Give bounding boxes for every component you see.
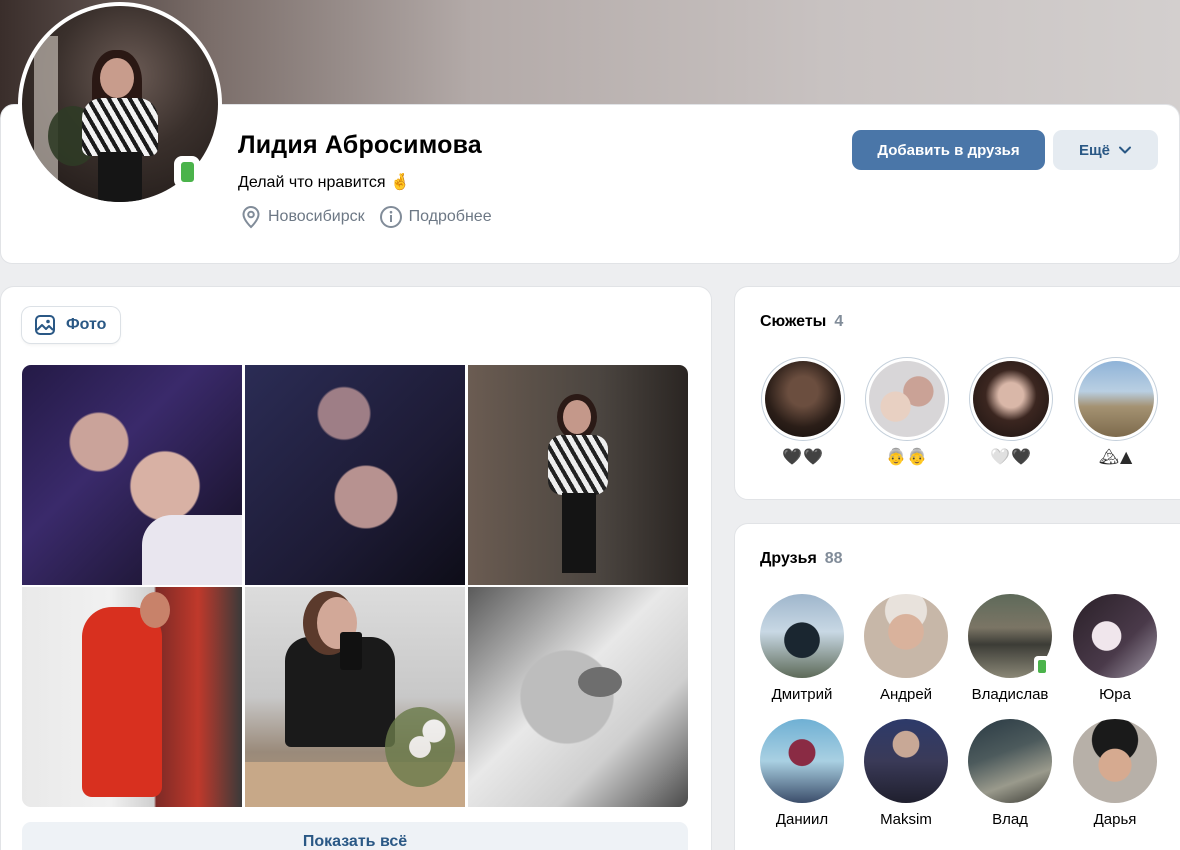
profile-name: Лидия Абросимова [238,131,482,159]
friend-item[interactable]: Влад [960,719,1060,828]
status-text: Делай что нравится [238,174,386,191]
photo-thumbnail[interactable] [468,587,688,807]
city-label: Новосибирск [268,208,365,225]
friend-name: Даниил [775,811,829,828]
profile-meta: Новосибирск Подробнее [240,205,506,229]
info-icon [379,206,402,228]
stories-title-label: Сюжеты [760,313,827,330]
photo-thumbnail[interactable] [245,587,465,807]
add-friend-button[interactable]: Добавить в друзья [852,130,1045,170]
stories-card: Сюжеты 4 🖤🖤 👵👵 🤍🖤 🏔▲ [734,286,1180,500]
friend-avatar [968,594,1052,678]
friend-name: Юра [1099,686,1131,703]
tab-photos-label: Фото [66,316,107,333]
story-caption: 🏔▲ [1098,447,1134,466]
friend-item[interactable]: Андрей [856,594,956,703]
friend-avatar [760,719,844,803]
stories-count: 4 [834,313,844,330]
details-label: Подробнее [408,208,492,225]
profile-details-link[interactable]: Подробнее [379,205,492,229]
profile-city[interactable]: Новосибирск [240,205,365,229]
friend-item[interactable]: Дарья [1065,719,1165,828]
friends-title[interactable]: Друзья 88 [760,550,843,568]
photo-thumbnail[interactable] [22,587,242,807]
show-all-photos-button[interactable]: Показать всё [22,822,688,850]
friend-name: Дмитрий [771,686,833,703]
tab-photos[interactable]: Фото [22,307,120,343]
friend-avatar [1073,719,1157,803]
friends-card: Друзья 88 Дмитрий Андрей Владислав Юра Да… [734,523,1180,850]
mobile-online-icon [174,156,200,188]
friend-name: Дарья [1093,811,1137,828]
story-item[interactable] [761,357,845,441]
chevron-down-icon [1119,146,1131,154]
friends-count: 88 [824,550,843,567]
story-item[interactable] [969,357,1053,441]
friend-avatar [864,594,948,678]
friend-avatar [760,594,844,678]
friend-name: Влад [992,811,1028,828]
location-pin-icon [242,205,260,229]
photo-thumbnail[interactable] [468,365,688,585]
more-label: Ещё [1078,141,1110,159]
story-item[interactable] [865,357,949,441]
friend-name: Maksim [880,811,932,828]
story-item[interactable] [1074,357,1158,441]
friend-item[interactable]: Maksim [856,719,956,828]
mobile-online-icon [1034,656,1050,676]
friends-title-label: Друзья [760,550,817,567]
friend-avatar [1073,594,1157,678]
friend-name: Владислав [971,686,1049,703]
friend-item[interactable]: Юра [1065,594,1165,703]
more-button[interactable]: Ещё [1053,130,1158,170]
stories-title[interactable]: Сюжеты 4 [760,313,843,331]
status-emoji: 🤞 [389,172,410,191]
friend-avatar [864,719,948,803]
story-caption: 🤍🖤 [990,447,1032,466]
photo-thumbnail[interactable] [22,365,242,585]
story-caption: 🖤🖤 [782,447,824,466]
friend-item[interactable]: Даниил [752,719,852,828]
story-caption: 👵👵 [886,447,928,466]
photos-card: Фото Показать всё [0,286,712,850]
image-icon [35,315,55,335]
friend-name: Андрей [879,686,933,703]
photo-thumbnail[interactable] [245,365,465,585]
friend-item[interactable]: Дмитрий [752,594,852,703]
profile-status: Делай что нравится 🤞 [238,172,410,192]
friend-avatar [968,719,1052,803]
friend-item[interactable]: Владислав [960,594,1060,703]
